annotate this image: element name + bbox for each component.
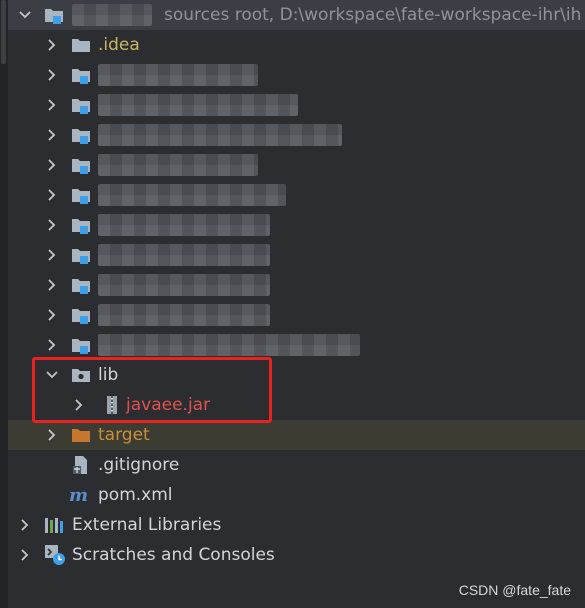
tree-label-pom: pom.xml xyxy=(98,485,173,505)
chevron-right-icon[interactable] xyxy=(45,278,59,292)
scratches-icon xyxy=(44,544,65,565)
module-folder-icon xyxy=(71,65,91,85)
chevron-right-icon[interactable] xyxy=(45,428,59,442)
redacted-text xyxy=(98,154,258,176)
tree-row-module[interactable] xyxy=(8,180,585,210)
chevron-right-icon[interactable] xyxy=(45,158,59,172)
chevron-right-icon[interactable] xyxy=(45,68,59,82)
module-folder-icon xyxy=(71,305,91,325)
redacted-text xyxy=(98,94,298,116)
module-folder-icon xyxy=(71,95,91,115)
tree-row-pom[interactable]: m pom.xml xyxy=(8,480,585,510)
redacted-text xyxy=(72,4,152,26)
folder-icon xyxy=(71,35,91,55)
redacted-text xyxy=(98,124,342,146)
tree-row-module[interactable] xyxy=(8,330,585,360)
tree-row-module[interactable] xyxy=(8,210,585,240)
tree-row-module[interactable] xyxy=(8,150,585,180)
chevron-right-icon[interactable] xyxy=(45,218,59,232)
redacted-text xyxy=(98,214,270,236)
redacted-text xyxy=(98,184,286,206)
redacted-text xyxy=(98,274,270,296)
external-libraries-icon xyxy=(44,515,64,535)
redacted-text xyxy=(98,244,270,266)
highlight-annotation-box xyxy=(32,357,272,423)
tree-row-idea[interactable]: .idea xyxy=(8,30,585,60)
module-folder-icon xyxy=(44,5,64,25)
module-folder-icon xyxy=(71,335,91,355)
chevron-right-icon[interactable] xyxy=(45,338,59,352)
chevron-right-icon[interactable] xyxy=(45,98,59,112)
scrollbar-thumb[interactable] xyxy=(1,0,6,64)
tree-row-root[interactable]: sources root, D:\workspace\fate-workspac… xyxy=(8,0,585,30)
redacted-text xyxy=(98,334,360,356)
chevron-right-icon[interactable] xyxy=(45,308,59,322)
gitignore-file-icon xyxy=(71,455,91,475)
module-folder-icon xyxy=(71,155,91,175)
chevron-right-icon[interactable] xyxy=(45,188,59,202)
module-folder-icon xyxy=(71,215,91,235)
chevron-right-icon[interactable] xyxy=(18,518,32,532)
tree-row-module[interactable] xyxy=(8,240,585,270)
tree-row-module[interactable] xyxy=(8,300,585,330)
module-folder-icon xyxy=(71,275,91,295)
tree-label-target: target xyxy=(98,425,150,445)
maven-icon: m xyxy=(69,485,89,506)
tree-label-scratches: Scratches and Consoles xyxy=(72,545,275,565)
svg-text:m: m xyxy=(69,485,88,505)
chevron-right-icon[interactable] xyxy=(45,38,59,52)
redacted-text xyxy=(98,304,270,326)
tree-row-target[interactable]: target xyxy=(8,420,585,450)
project-tree-panel: sources root, D:\workspace\fate-workspac… xyxy=(0,0,585,608)
tree-row-module[interactable] xyxy=(8,270,585,300)
chevron-right-icon[interactable] xyxy=(45,248,59,262)
excluded-folder-icon xyxy=(71,425,91,445)
chevron-right-icon[interactable] xyxy=(45,128,59,142)
tree-row-module[interactable] xyxy=(8,60,585,90)
redacted-text xyxy=(98,64,258,86)
tree-label-external-libraries: External Libraries xyxy=(72,515,222,535)
module-folder-icon xyxy=(71,125,91,145)
watermark: CSDN @fate_fate xyxy=(458,582,571,598)
tree-row-module[interactable] xyxy=(8,120,585,150)
tree-row-gitignore[interactable]: .gitignore xyxy=(8,450,585,480)
tree-row-scratches[interactable]: Scratches and Consoles xyxy=(8,540,585,570)
chevron-down-icon[interactable] xyxy=(18,8,32,22)
root-path-label: sources root, D:\workspace\fate-workspac… xyxy=(164,5,582,25)
scrollbar[interactable] xyxy=(0,0,8,608)
tree-label-gitignore: .gitignore xyxy=(98,455,180,475)
tree-row-module[interactable] xyxy=(8,90,585,120)
chevron-right-icon[interactable] xyxy=(18,548,32,562)
tree-label-idea: .idea xyxy=(98,35,140,55)
module-folder-icon xyxy=(71,185,91,205)
tree-row-external-libraries[interactable]: External Libraries xyxy=(8,510,585,540)
module-folder-icon xyxy=(71,245,91,265)
